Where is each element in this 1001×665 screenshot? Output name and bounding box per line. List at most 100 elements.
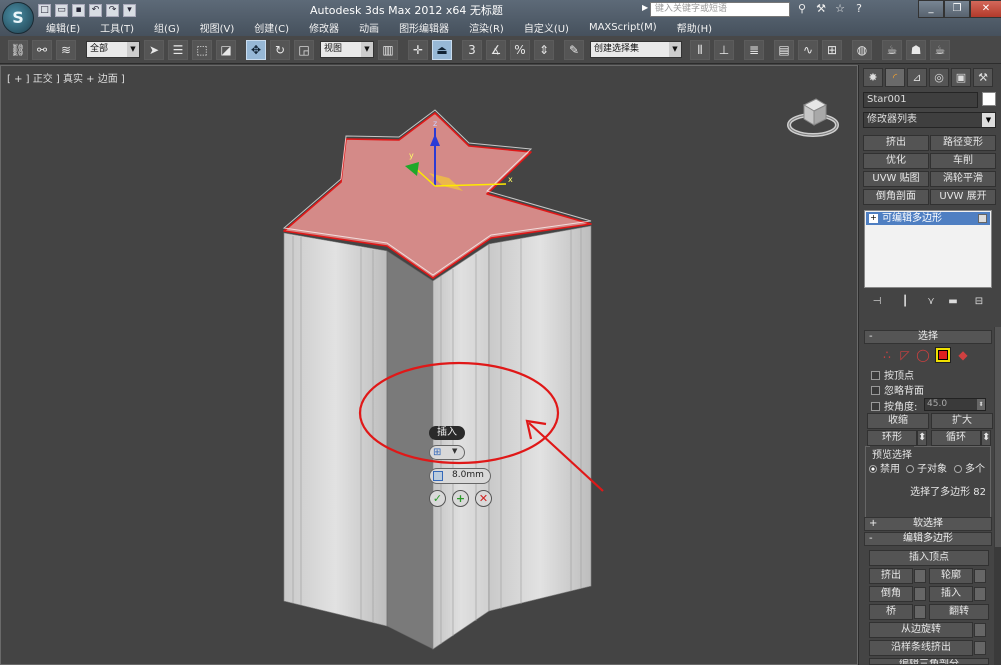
- selection-rollout-header[interactable]: - 选择: [864, 330, 992, 344]
- select-scale-icon[interactable]: ◲: [294, 40, 314, 60]
- extrude-along-spline-button[interactable]: 沿样条线挤出: [869, 640, 973, 656]
- angle-snap-icon[interactable]: ∡: [486, 40, 506, 60]
- rendered-frame-icon[interactable]: ☗: [906, 40, 926, 60]
- menu-graph-editors[interactable]: 图形编辑器: [389, 20, 459, 35]
- by-angle-checkbox[interactable]: 按角度:: [871, 398, 917, 413]
- undo-icon[interactable]: ↶: [89, 3, 102, 17]
- menu-group[interactable]: 组(G): [144, 20, 190, 35]
- inset-settings-icon[interactable]: [974, 587, 986, 601]
- curve-editor-icon[interactable]: ∿: [798, 40, 818, 60]
- cancel-x-icon[interactable]: ✕: [475, 490, 492, 507]
- vertex-subobject-icon[interactable]: ∴: [879, 347, 895, 363]
- select-rotate-icon[interactable]: ↻: [270, 40, 290, 60]
- bridge-button[interactable]: 桥: [869, 604, 913, 620]
- spinner-snap-icon[interactable]: ⇕: [534, 40, 554, 60]
- select-move-icon[interactable]: ✥: [246, 40, 266, 60]
- binoculars-icon[interactable]: ⚲: [795, 2, 809, 16]
- polygon-subobject-icon[interactable]: [935, 347, 951, 363]
- restore-button[interactable]: ❐: [944, 0, 970, 18]
- select-by-name-icon[interactable]: ☰: [168, 40, 188, 60]
- new-file-icon[interactable]: □: [38, 3, 51, 17]
- close-button[interactable]: ✕: [970, 0, 1001, 18]
- modifier-path-deform-button[interactable]: 路径变形: [930, 135, 996, 151]
- grow-button[interactable]: 扩大: [931, 413, 993, 429]
- modifier-list-dropdown[interactable]: 修改器列表 ▼: [863, 112, 996, 128]
- bevel-button[interactable]: 倒角: [869, 586, 913, 602]
- pivot-center-icon[interactable]: ▥: [378, 40, 398, 60]
- search-expand-icon[interactable]: ▶: [642, 3, 650, 16]
- ok-check-icon[interactable]: ✓: [429, 490, 446, 507]
- modifier-lathe-button[interactable]: 车削: [930, 153, 996, 169]
- flip-button[interactable]: 翻转: [929, 604, 989, 620]
- percent-snap-icon[interactable]: %: [510, 40, 530, 60]
- extrude-spline-settings-icon[interactable]: [974, 641, 986, 655]
- modifier-extrude-button[interactable]: 挤出: [863, 135, 929, 151]
- stack-item-visibility-icon[interactable]: [978, 214, 987, 223]
- select-manipulate-icon[interactable]: ✛: [408, 40, 428, 60]
- reference-coordinate-dropdown[interactable]: 视图 ▼: [320, 41, 374, 58]
- preview-subobject-radio[interactable]: 子对象: [906, 460, 947, 475]
- save-file-icon[interactable]: ▪: [72, 3, 85, 17]
- extrude-button[interactable]: 挤出: [869, 568, 913, 584]
- schematic-view-icon[interactable]: ⊞: [822, 40, 842, 60]
- border-subobject-icon[interactable]: ◯: [915, 347, 931, 363]
- preview-off-radio[interactable]: 禁用: [869, 460, 900, 475]
- menu-maxscript[interactable]: MAXScript(M): [579, 22, 667, 33]
- edge-subobject-icon[interactable]: ◸: [897, 347, 913, 363]
- loop-button[interactable]: 循环: [931, 430, 981, 446]
- menu-edit[interactable]: 编辑(E): [36, 20, 90, 35]
- loop-spinner[interactable]: ⬍: [981, 430, 991, 446]
- pin-stack-icon[interactable]: ⊣: [869, 295, 885, 309]
- render-setup-icon[interactable]: ☕: [882, 40, 902, 60]
- app-logo-icon[interactable]: S: [2, 2, 34, 34]
- modify-tab-icon[interactable]: ◜: [885, 68, 905, 87]
- window-crossing-icon[interactable]: ◪: [216, 40, 236, 60]
- object-color-swatch[interactable]: [982, 92, 996, 106]
- inset-button[interactable]: 插入: [929, 586, 973, 602]
- object-name-field[interactable]: Star001: [863, 92, 978, 108]
- menu-create[interactable]: 创建(C): [244, 20, 299, 35]
- modifier-uvw-map-button[interactable]: UVW 贴图: [863, 171, 929, 187]
- link-icon[interactable]: ⛓: [8, 40, 28, 60]
- extrude-settings-icon[interactable]: [914, 569, 926, 583]
- qat-dropdown-icon[interactable]: ▾: [123, 3, 136, 17]
- expand-plus-icon[interactable]: +: [869, 214, 878, 223]
- element-subobject-icon[interactable]: ◆: [955, 347, 971, 363]
- configure-modifier-sets-icon[interactable]: ⊟: [971, 295, 987, 309]
- menu-customize[interactable]: 自定义(U): [514, 20, 579, 35]
- snaps-toggle-icon[interactable]: 3: [462, 40, 482, 60]
- modifier-optimize-button[interactable]: 优化: [863, 153, 929, 169]
- bind-spacewarp-icon[interactable]: ≋: [56, 40, 76, 60]
- redo-icon[interactable]: ↷: [106, 3, 119, 17]
- utilities-tab-icon[interactable]: ⚒: [973, 68, 993, 87]
- insert-vertex-button[interactable]: 插入顶点: [869, 550, 989, 566]
- mirror-icon[interactable]: ⫴: [690, 40, 710, 60]
- ignore-backfacing-checkbox[interactable]: 忽略背面: [871, 382, 924, 397]
- shrink-button[interactable]: 收缩: [867, 413, 929, 429]
- soft-selection-rollout-header[interactable]: + 软选择: [864, 517, 992, 531]
- help-icon[interactable]: ?: [852, 2, 866, 16]
- star-icon[interactable]: ☆: [833, 2, 847, 16]
- angle-spinner[interactable]: 45.0 ⬍: [924, 398, 986, 411]
- modifier-stack[interactable]: + 可编辑多边形: [864, 210, 992, 288]
- menu-views[interactable]: 视图(V): [190, 20, 245, 35]
- edit-triangulation-button[interactable]: 编辑三角剖分: [869, 658, 989, 665]
- minimize-button[interactable]: _: [918, 0, 944, 18]
- command-panel-scrollbar[interactable]: [994, 327, 1001, 665]
- selection-region-icon[interactable]: ⬚: [192, 40, 212, 60]
- apply-plus-icon[interactable]: +: [452, 490, 469, 507]
- keyboard-shortcut-override-icon[interactable]: ⏏: [432, 40, 452, 60]
- tools-icon[interactable]: ⚒: [814, 2, 828, 16]
- make-unique-icon[interactable]: ⋎: [923, 295, 939, 309]
- spinner-arrows-icon[interactable]: ⬍: [977, 399, 985, 410]
- inset-amount-field[interactable]: 8.0mm: [429, 468, 491, 484]
- by-vertex-checkbox[interactable]: 按顶点: [871, 367, 914, 382]
- menu-rendering[interactable]: 渲染(R): [459, 20, 514, 35]
- modifier-bevel-profile-button[interactable]: 倒角剖面: [863, 189, 929, 205]
- ring-button[interactable]: 环形: [867, 430, 917, 446]
- inset-type-dropdown[interactable]: ⊞ ▼: [429, 445, 465, 460]
- remove-modifier-icon[interactable]: ▬: [945, 295, 961, 309]
- scrollbar-thumb[interactable]: [995, 327, 1001, 547]
- select-object-icon[interactable]: ➤: [144, 40, 164, 60]
- hierarchy-tab-icon[interactable]: ⊿: [907, 68, 927, 87]
